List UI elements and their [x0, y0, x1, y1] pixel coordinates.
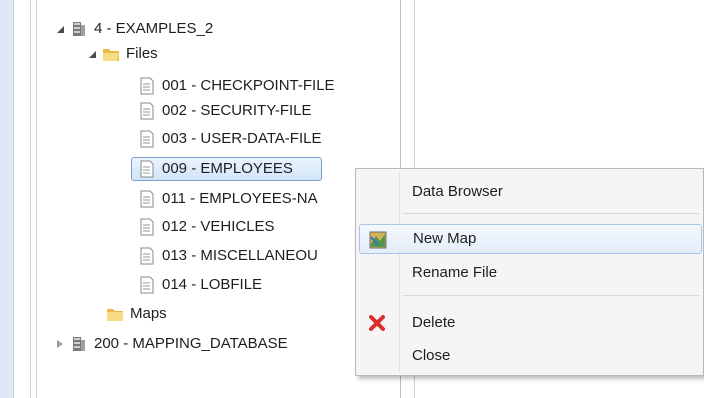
tree-node-label: 014 - LOBFILE [162, 276, 263, 293]
delete-x-icon [368, 314, 386, 332]
tree-node-label: 012 - VEHICLES [162, 218, 275, 235]
tree-node-label: 003 - USER-DATA-FILE [162, 130, 322, 147]
menu-item-new-map[interactable]: New Map [359, 224, 702, 254]
tree-node-label: 009 - EMPLOYEES [162, 160, 293, 177]
expand-toggle[interactable] [54, 333, 66, 355]
file-icon [138, 190, 156, 208]
menu-item-close[interactable]: Close [359, 341, 702, 371]
triangle-expanded-icon [88, 50, 96, 58]
menu-item-label: Data Browser [412, 183, 503, 200]
menu-item-delete[interactable]: Delete [359, 308, 702, 338]
tree-node-mapping-database[interactable]: 200 - MAPPING_DATABASE [54, 333, 288, 355]
folder-icon [106, 305, 124, 323]
tree-node-file-001[interactable]: 001 - CHECKPOINT-FILE [138, 75, 335, 97]
expand-toggle[interactable] [86, 43, 98, 65]
tree-node-files-folder[interactable]: Files [86, 43, 158, 65]
expand-toggle[interactable] [54, 18, 66, 40]
file-icon [138, 130, 156, 148]
tree-node-file-013[interactable]: 013 - MISCELLANEOU [138, 245, 318, 267]
file-icon [138, 218, 156, 236]
map-icon [369, 231, 387, 249]
file-icon [138, 160, 156, 178]
triangle-collapsed-icon [57, 340, 63, 348]
tree-node-file-014[interactable]: 014 - LOBFILE [138, 274, 262, 296]
menu-item-label: Rename File [412, 264, 498, 281]
tree-view: 4 - EXAMPLES_2 Files 001 - CHECKPOINT-FI… [0, 0, 410, 398]
menu-item-data-browser[interactable]: Data Browser [359, 177, 702, 207]
tree-node-examples-2[interactable]: 4 - EXAMPLES_2 [54, 18, 213, 40]
tree-node-maps-folder[interactable]: Maps [106, 303, 167, 325]
tree-node-label: 002 - SECURITY-FILE [162, 102, 312, 119]
file-icon [138, 102, 156, 120]
folder-open-icon [102, 45, 120, 63]
triangle-expanded-icon [56, 25, 64, 33]
tree-node-label: Files [126, 45, 158, 62]
menu-item-rename-file[interactable]: Rename File [359, 258, 702, 288]
tree-node-label: Maps [130, 305, 167, 322]
tree-node-file-009-selected[interactable]: 009 - EMPLOYEES [138, 158, 293, 180]
database-icon [70, 335, 88, 353]
tree-node-label: 4 - EXAMPLES_2 [94, 20, 214, 37]
database-icon [70, 20, 88, 38]
tree-node-label: 011 - EMPLOYEES-NA [162, 190, 318, 207]
tree-node-label: 200 - MAPPING_DATABASE [94, 335, 288, 352]
file-icon [138, 276, 156, 294]
menu-item-label: Close [412, 347, 451, 364]
tree-node-label: 001 - CHECKPOINT-FILE [162, 77, 335, 94]
tree-node-label: 013 - MISCELLANEOU [162, 247, 318, 264]
tree-node-file-002[interactable]: 002 - SECURITY-FILE [138, 100, 312, 122]
menu-separator [403, 213, 699, 214]
menu-separator [403, 295, 699, 296]
tree-node-file-012[interactable]: 012 - VEHICLES [138, 216, 275, 238]
file-icon [138, 77, 156, 95]
menu-item-label: New Map [413, 230, 477, 247]
menu-item-label: Delete [412, 314, 456, 331]
tree-node-file-003[interactable]: 003 - USER-DATA-FILE [138, 128, 321, 150]
tree-node-file-011[interactable]: 011 - EMPLOYEES-NA [138, 188, 318, 210]
context-menu: Data Browser New Map Rename File Delete … [355, 168, 704, 376]
file-icon [138, 247, 156, 265]
